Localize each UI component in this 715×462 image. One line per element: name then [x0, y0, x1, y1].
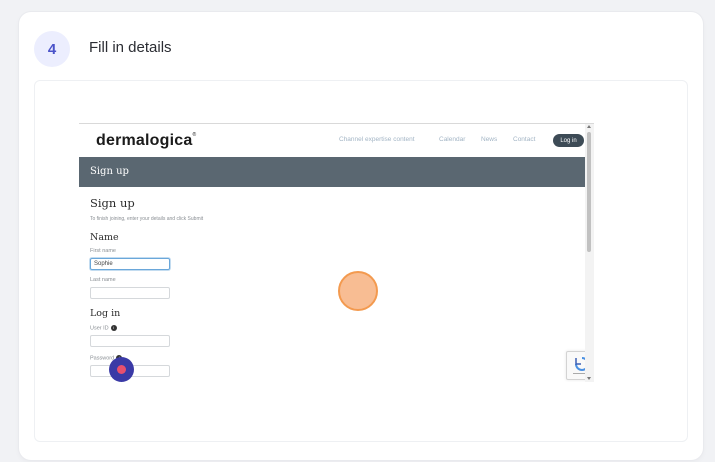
- login-button[interactable]: Log in: [553, 134, 584, 147]
- scroll-thumb[interactable]: [587, 132, 591, 252]
- first-name-input[interactable]: Sophie: [90, 258, 170, 270]
- user-id-input[interactable]: [90, 335, 170, 347]
- last-name-input[interactable]: [90, 287, 170, 299]
- step-title: Fill in details: [89, 39, 172, 56]
- nav-contact[interactable]: Contact: [513, 136, 535, 143]
- record-icon: [117, 365, 126, 374]
- scrollbar[interactable]: [585, 124, 594, 382]
- signup-banner: Sign up: [79, 157, 594, 187]
- embedded-screenshot: dermalogica® Channel expertise content C…: [79, 123, 594, 382]
- first-name-label: First name: [90, 248, 116, 254]
- banner-title: Sign up: [90, 166, 129, 177]
- site-header: dermalogica® Channel expertise content C…: [79, 124, 594, 157]
- step-number-badge: 4: [34, 31, 70, 67]
- form-title: Sign up: [90, 196, 135, 210]
- dermalogica-logo: dermalogica®: [96, 132, 197, 149]
- last-name-label: Last name: [90, 277, 116, 283]
- record-button[interactable]: [109, 357, 134, 382]
- form-subtitle: To finish joining, enter your details an…: [90, 216, 204, 222]
- user-id-label: User ID i: [90, 325, 117, 331]
- scroll-up-icon[interactable]: [587, 125, 591, 128]
- nav-channel-expertise[interactable]: Channel expertise content: [339, 136, 415, 143]
- nav-calendar[interactable]: Calendar: [439, 136, 465, 143]
- click-indicator: [338, 271, 378, 311]
- section-name-heading: Name: [90, 232, 119, 243]
- nav-news[interactable]: News: [481, 136, 497, 143]
- info-icon[interactable]: i: [110, 325, 117, 331]
- scroll-down-icon[interactable]: [587, 377, 591, 380]
- section-login-heading: Log in: [90, 308, 121, 319]
